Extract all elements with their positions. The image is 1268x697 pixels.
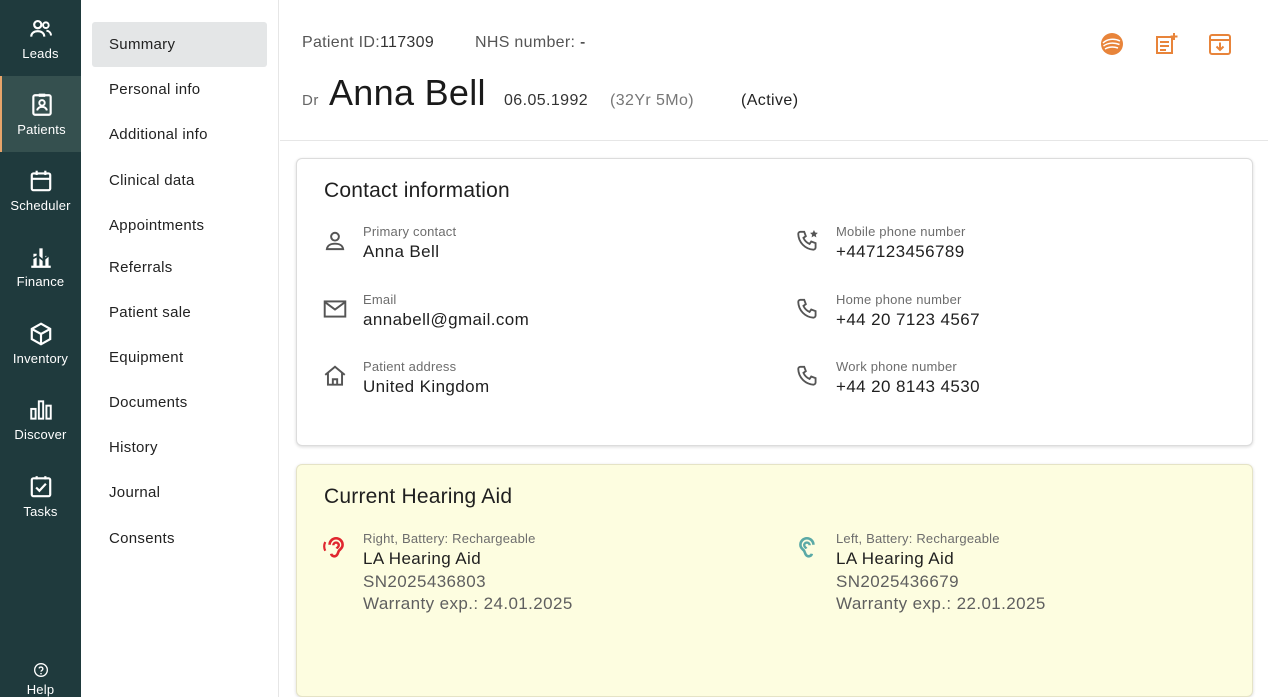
patient-badge-icon xyxy=(31,93,52,116)
field-label: Home phone number xyxy=(836,292,962,307)
finance-chart-icon xyxy=(30,247,51,268)
patient-subnav: Summary Personal info Additional info Cl… xyxy=(81,0,279,697)
phone-star-icon xyxy=(797,229,818,251)
field-value: +44 20 8143 4530 xyxy=(836,377,980,396)
subnav-referrals[interactable]: Referrals xyxy=(92,245,267,290)
help-icon xyxy=(33,663,48,677)
archive-icon[interactable] xyxy=(1207,31,1233,57)
nhs-value: - xyxy=(579,34,586,51)
patient-dob: 06.05.1992 xyxy=(504,92,589,109)
nav-inventory[interactable]: Inventory xyxy=(0,305,81,381)
integration-logo-icon[interactable] xyxy=(1099,31,1125,57)
nav-scheduler[interactable]: Scheduler xyxy=(0,152,81,228)
patient-id: Patient ID:117309 xyxy=(302,34,434,52)
nav-label: Finance xyxy=(16,273,65,289)
field-label: Left, Battery: Rechargeable xyxy=(836,531,1000,546)
patient-header: Patient ID:117309 NHS number: - Dr Anna … xyxy=(280,0,1268,141)
nhs-label: NHS number: xyxy=(475,34,576,51)
patient-id-label: Patient ID: xyxy=(302,34,381,51)
subnav-equipment[interactable]: Equipment xyxy=(92,335,267,380)
main-nav-rail: Leads Patients Scheduler Finance Invento… xyxy=(0,0,81,697)
subnav-summary[interactable]: Summary xyxy=(92,22,267,67)
nav-label: Scheduler xyxy=(10,197,71,213)
nav-help[interactable]: Help xyxy=(0,650,81,697)
bar-chart-icon xyxy=(29,399,52,420)
hearing-aid-serial: SN2025436679 xyxy=(836,572,959,591)
hearing-heading: Current Hearing Aid xyxy=(324,485,513,508)
phone-icon xyxy=(797,365,817,386)
person-icon xyxy=(325,231,345,251)
patient-status: (Active) xyxy=(741,92,799,109)
nav-label: Help xyxy=(26,682,55,697)
box-icon xyxy=(30,321,51,346)
nav-label: Inventory xyxy=(12,350,69,366)
field-label: Email xyxy=(363,292,397,307)
field-value: United Kingdom xyxy=(363,377,490,396)
nav-label: Patients xyxy=(17,121,66,137)
nav-patients[interactable]: Patients xyxy=(0,76,81,152)
phone-icon xyxy=(797,298,817,319)
current-hearing-aid-card: Current Hearing Aid Right, Battery: Rech… xyxy=(296,464,1253,697)
nhs-number: NHS number: - xyxy=(475,34,586,52)
hearing-aid-warranty: Warranty exp.: 22.01.2025 xyxy=(836,594,1046,613)
nav-tasks[interactable]: Tasks xyxy=(0,458,81,534)
field-label: Patient address xyxy=(363,359,457,374)
home-icon xyxy=(324,365,346,386)
subnav-clinical-data[interactable]: Clinical data xyxy=(92,158,267,203)
field-label: Right, Battery: Rechargeable xyxy=(363,531,536,546)
hearing-aid-warranty: Warranty exp.: 24.01.2025 xyxy=(363,594,573,613)
hearing-aid-model: LA Hearing Aid xyxy=(363,549,482,568)
patient-age: (32Yr 5Mo) xyxy=(610,92,695,109)
calendar-icon xyxy=(30,170,51,191)
field-label: Mobile phone number xyxy=(836,224,966,239)
contact-heading: Contact information xyxy=(324,179,510,202)
mail-icon xyxy=(323,300,347,318)
field-value: annabell@gmail.com xyxy=(363,310,530,329)
patient-name: Anna Bell xyxy=(329,72,486,113)
subnav-additional-info[interactable]: Additional info xyxy=(92,112,267,157)
subnav-patient-sale[interactable]: Patient sale xyxy=(92,290,267,335)
subnav-appointments[interactable]: Appointments xyxy=(92,203,267,248)
users-icon xyxy=(29,19,52,37)
subnav-journal[interactable]: Journal xyxy=(92,470,267,515)
subnav-history[interactable]: History xyxy=(92,425,267,470)
patient-title: Dr xyxy=(302,92,319,109)
hearing-aid-model: LA Hearing Aid xyxy=(836,549,955,568)
subnav-personal-info[interactable]: Personal info xyxy=(92,67,267,112)
add-note-icon[interactable] xyxy=(1153,31,1179,57)
nav-label: Tasks xyxy=(23,503,58,519)
nav-finance[interactable]: Finance xyxy=(0,228,81,304)
nav-label: Leads xyxy=(22,45,59,61)
subnav-documents[interactable]: Documents xyxy=(92,380,267,425)
contact-information-card: Contact information Primary contact Anna… xyxy=(296,158,1253,446)
hearing-aid-serial: SN2025436803 xyxy=(363,572,486,591)
subnav-consents[interactable]: Consents xyxy=(92,516,267,561)
nav-leads[interactable]: Leads xyxy=(0,0,81,76)
field-label: Work phone number xyxy=(836,359,957,374)
right-ear-icon xyxy=(323,536,344,558)
field-value: +44 20 7123 4567 xyxy=(836,310,980,329)
patient-id-value: 117309 xyxy=(380,34,435,51)
checkbox-icon xyxy=(30,475,51,497)
field-value: Anna Bell xyxy=(363,242,440,261)
field-label: Primary contact xyxy=(363,224,457,239)
left-ear-icon xyxy=(799,536,815,558)
field-value: +447123456789 xyxy=(836,242,965,261)
nav-label: Discover xyxy=(14,426,67,442)
nav-discover[interactable]: Discover xyxy=(0,381,81,457)
